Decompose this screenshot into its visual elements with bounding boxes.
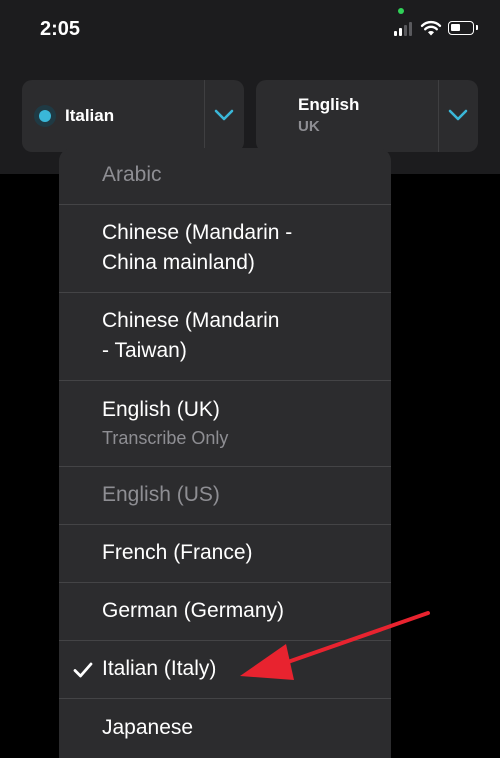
privacy-indicator-icon: [398, 8, 404, 14]
menu-item-label-line2: - Taiwan): [102, 339, 187, 362]
target-language-button[interactable]: English UK: [256, 80, 478, 152]
menu-item-japanese[interactable]: Japanese: [59, 699, 391, 758]
menu-item-label-line2: China mainland): [102, 251, 255, 274]
target-language-sublabel: UK: [298, 118, 320, 135]
divider: [438, 80, 439, 152]
divider: [204, 80, 205, 152]
menu-item-sublabel: Transcribe Only: [102, 428, 229, 448]
menu-item-label: Japanese: [102, 716, 194, 739]
wifi-icon: [420, 20, 442, 36]
battery-icon: [448, 21, 478, 35]
menu-item-label-line1: Chinese (Mandarin: [102, 309, 280, 332]
menu-item-label-line1: Chinese (Mandarin -: [102, 221, 293, 244]
listening-indicator-icon: [34, 105, 56, 127]
menu-item-german[interactable]: German (Germany): [59, 583, 391, 641]
language-dropdown-menu: Arabic Chinese (Mandarin - China mainlan…: [59, 148, 391, 758]
chevron-down-icon[interactable]: [213, 106, 235, 124]
menu-item-french[interactable]: French (France): [59, 525, 391, 583]
menu-item-english-uk[interactable]: English (UK) Transcribe Only: [59, 381, 391, 467]
menu-item-label: English (US): [102, 483, 220, 506]
target-language-label: English: [298, 95, 360, 114]
signal-icon: [394, 22, 412, 36]
checkmark-icon: [73, 662, 93, 678]
menu-item-label: Italian (Italy): [102, 657, 217, 680]
menu-item-label: English (UK): [102, 398, 220, 421]
menu-item-english-us[interactable]: English (US): [59, 467, 391, 525]
menu-item-arabic[interactable]: Arabic: [59, 148, 391, 205]
menu-item-chinese-mainland[interactable]: Chinese (Mandarin - China mainland): [59, 205, 391, 293]
menu-item-label: German (Germany): [102, 599, 285, 622]
source-language-label: Italian: [65, 106, 115, 125]
menu-item-chinese-taiwan[interactable]: Chinese (Mandarin - Taiwan): [59, 293, 391, 381]
status-time: 2:05: [40, 18, 81, 40]
menu-item-label: Arabic: [102, 163, 162, 186]
menu-item-italian[interactable]: Italian (Italy): [59, 641, 391, 699]
source-language-button[interactable]: Italian: [22, 80, 244, 152]
chevron-down-icon[interactable]: [447, 106, 469, 124]
menu-item-label: French (France): [102, 541, 253, 564]
